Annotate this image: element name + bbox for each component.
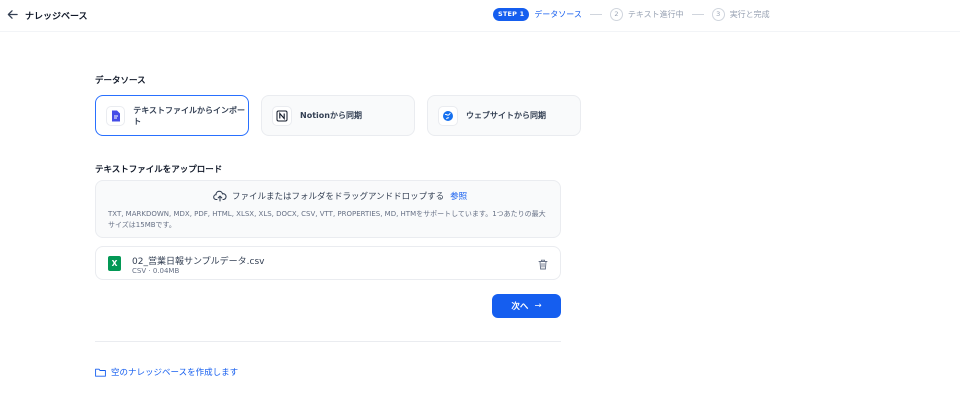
- globe-icon: [438, 105, 458, 126]
- data-source-title: データソース: [95, 76, 146, 86]
- source-option-label: ウェブサイトから同期: [466, 111, 546, 120]
- create-empty-kb-link[interactable]: 空のナレッジベースを作成します: [95, 366, 238, 378]
- step-3-number: 3: [711, 7, 725, 21]
- upload-title: テキストファイルをアップロード: [95, 165, 223, 175]
- step-1-label: データソース: [534, 9, 582, 19]
- file-text-icon: [106, 105, 126, 126]
- next-button[interactable]: 次へ →: [492, 294, 561, 318]
- arrow-right-icon: →: [534, 301, 542, 311]
- browse-link[interactable]: 参照: [450, 190, 467, 202]
- step-separator: [691, 13, 704, 15]
- source-option-notion[interactable]: Notionから同期: [261, 95, 415, 136]
- step-3-label: 実行と完成: [729, 9, 770, 19]
- excel-file-icon: X: [108, 256, 121, 271]
- file-meta: CSV · 0.04MB: [132, 267, 179, 275]
- arrow-left-icon: [7, 9, 18, 19]
- top-bar: ナレッジベース STEP 1 データソース 2 テキスト進行中 3 実行と完成: [0, 0, 960, 32]
- uploaded-file-item: X 02_営業日報サンプルデータ.csv CSV · 0.04MB: [95, 246, 561, 280]
- file-dropzone[interactable]: ファイルまたはフォルダをドラッグアンドドロップする 参照 TXT, MARKDO…: [95, 180, 561, 238]
- trash-icon: [538, 259, 548, 269]
- source-option-label: テキストファイルからインポート: [133, 105, 246, 126]
- dropzone-text: ファイルまたはフォルダをドラッグアンドドロップする: [232, 192, 445, 202]
- page-title: ナレッジベース: [25, 12, 88, 22]
- stepper: STEP 1 データソース 2 テキスト進行中 3 実行と完成: [493, 7, 770, 21]
- next-button-label: 次へ: [511, 302, 529, 312]
- file-type: CSV: [132, 267, 147, 275]
- create-empty-kb-label: 空のナレッジベースを作成します: [111, 368, 239, 378]
- source-option-label: Notionから同期: [300, 111, 362, 120]
- delete-file-button[interactable]: [536, 257, 550, 271]
- step-1-badge: STEP 1: [493, 7, 530, 21]
- step-2-number: 2: [609, 7, 623, 21]
- divider: [95, 341, 561, 342]
- file-size: 0.04MB: [152, 267, 180, 275]
- file-name: 02_営業日報サンプルデータ.csv: [132, 257, 265, 267]
- dropzone-prompt: ファイルまたはフォルダをドラッグアンドドロップする 参照: [213, 190, 467, 202]
- folder-icon: [95, 368, 106, 377]
- back-button[interactable]: [6, 8, 18, 20]
- step-2-label: テキスト進行中: [627, 9, 684, 19]
- source-option-text-file[interactable]: テキストファイルからインポート: [95, 95, 249, 136]
- notion-icon: [272, 105, 292, 126]
- cloud-upload-icon: [213, 190, 227, 202]
- step-separator: [589, 13, 602, 15]
- supported-formats-text: TXT, MARKDOWN, MDX, PDF, HTML, XLSX, XLS…: [108, 210, 546, 229]
- source-option-website[interactable]: ウェブサイトから同期: [427, 95, 581, 136]
